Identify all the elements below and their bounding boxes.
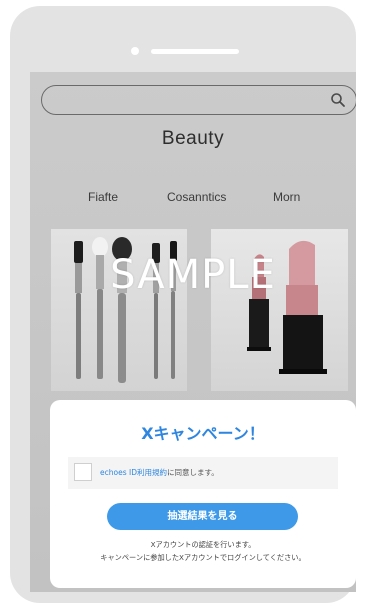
campaign-title: Xキャンペーン！: [141, 424, 265, 443]
phone-screen: Beauty Fiafte Cosanntics Morn SAMPLE Xキャ…: [30, 72, 356, 592]
site-brand-title: Beauty: [161, 128, 225, 149]
phone-top-bezel: [10, 6, 356, 68]
search-bar[interactable]: [41, 85, 356, 115]
terms-link[interactable]: echoes ID利用規約: [100, 468, 167, 477]
agreement-row: echoes ID利用規約に同意します。: [68, 457, 338, 489]
view-results-button[interactable]: 抽選結果を見る: [107, 503, 298, 530]
nav-item-2[interactable]: Cosanntics: [167, 190, 226, 204]
phone-frame: Beauty Fiafte Cosanntics Morn SAMPLE Xキャ…: [10, 6, 356, 603]
auth-note: Xアカウントの認証を行います。: [150, 540, 256, 549]
search-icon[interactable]: [330, 92, 346, 108]
campaign-modal: Xキャンペーン！ echoes ID利用規約に同意します。 抽選結果を見る Xア…: [50, 400, 356, 588]
sample-watermark: SAMPLE: [110, 252, 276, 298]
nav-item-3[interactable]: Morn: [273, 190, 300, 204]
login-note: キャンペーンに参加したXアカウントでログインしてください。: [100, 553, 306, 562]
agreement-suffix: に同意します。: [166, 468, 219, 477]
agreement-text: echoes ID利用規約に同意します。: [100, 467, 219, 478]
agree-checkbox[interactable]: [74, 463, 92, 481]
camera-dot: [131, 47, 139, 55]
speaker-slot: [151, 49, 239, 54]
search-input[interactable]: [52, 86, 326, 115]
nav-item-1[interactable]: Fiafte: [88, 190, 118, 204]
